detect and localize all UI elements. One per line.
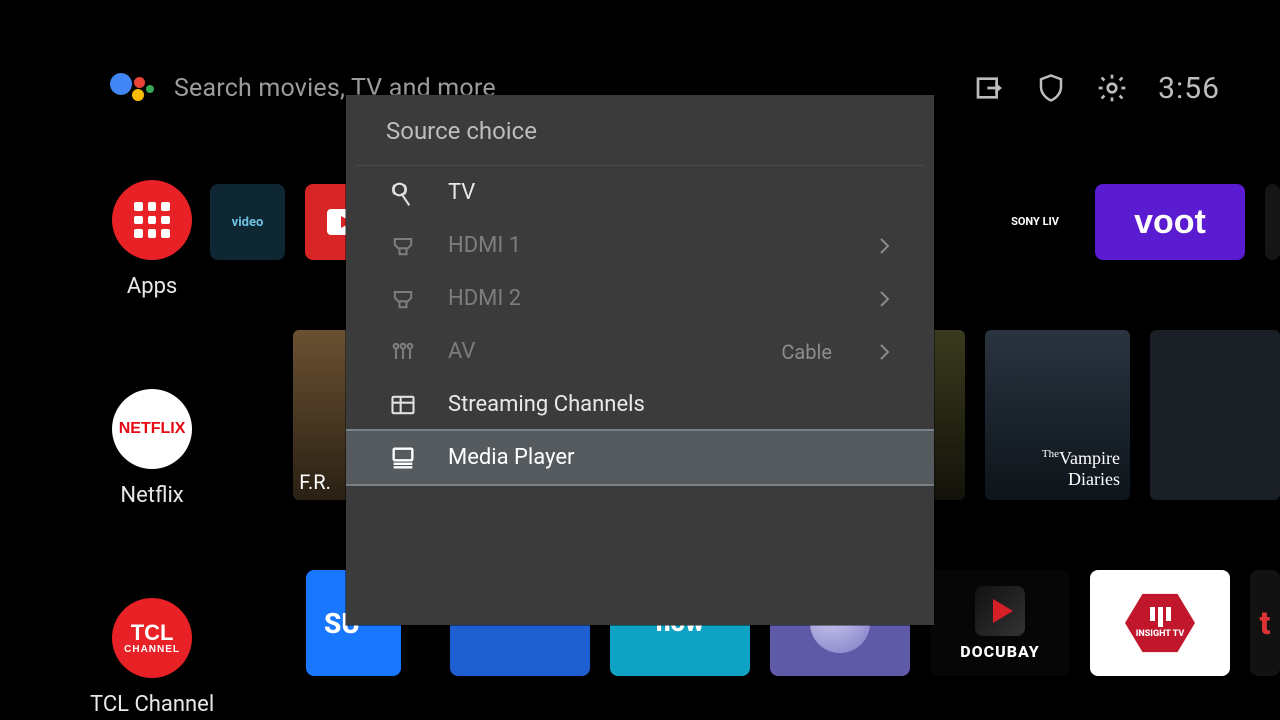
tile-prime-video[interactable]: video xyxy=(210,184,285,260)
content-tile-vampire-diaries[interactable]: TheVampireDiaries xyxy=(985,330,1130,500)
source-option-label: TV xyxy=(448,180,890,205)
rail-item-apps[interactable]: Apps xyxy=(112,180,192,299)
source-option-hdmi2[interactable]: HDMI 2 xyxy=(346,272,934,325)
source-option-meta: Cable xyxy=(781,340,832,364)
dialog-title: Source choice xyxy=(346,95,934,165)
app-tile-docubay[interactable]: DOCUBAY xyxy=(930,570,1070,676)
hdmi-icon xyxy=(386,232,420,260)
chevron-right-icon xyxy=(878,343,890,361)
netflix-icon: NETFLIX xyxy=(112,389,192,469)
clock: 3:56 xyxy=(1158,71,1220,106)
hdmi-icon xyxy=(386,285,420,313)
av-icon xyxy=(386,338,420,366)
source-option-label: AV xyxy=(448,339,753,364)
source-option-streaming[interactable]: Streaming Channels xyxy=(346,378,934,431)
source-option-label: HDMI 2 xyxy=(448,286,850,311)
settings-gear-icon[interactable] xyxy=(1096,72,1128,104)
rail-label-tcl: TCL Channel xyxy=(90,692,214,717)
chevron-right-icon xyxy=(878,237,890,255)
antenna-icon xyxy=(386,179,420,207)
shield-icon[interactable] xyxy=(1036,73,1066,103)
tile-voot[interactable]: voot xyxy=(1095,184,1245,260)
tcl-channel-icon: TCL CHANNEL xyxy=(112,598,192,678)
source-choice-dialog: Source choice TV HDMI 1 HDMI 2 AV Cable Strea… xyxy=(346,95,934,625)
content-tile-more[interactable] xyxy=(1150,330,1280,500)
rail-label-apps: Apps xyxy=(127,274,177,299)
source-option-label: Media Player xyxy=(448,445,890,470)
source-option-label: Streaming Channels xyxy=(448,392,890,417)
app-tile-more-2[interactable]: t xyxy=(1250,570,1280,676)
input-source-icon[interactable] xyxy=(974,72,1006,104)
rail-item-netflix[interactable]: NETFLIX Netflix xyxy=(112,389,192,508)
insight-tv-icon: INSIGHT TV xyxy=(1125,592,1195,654)
source-option-tv[interactable]: TV xyxy=(346,166,934,219)
grid-icon xyxy=(386,391,420,419)
app-tile-insight-tv[interactable]: INSIGHT TV xyxy=(1090,570,1230,676)
source-option-hdmi1[interactable]: HDMI 1 xyxy=(346,219,934,272)
rail-item-tcl-channel[interactable]: TCL CHANNEL TCL Channel xyxy=(90,598,214,717)
chevron-right-icon xyxy=(878,290,890,308)
apps-icon xyxy=(112,180,192,260)
docubay-icon xyxy=(975,586,1025,636)
source-option-av[interactable]: AV Cable xyxy=(346,325,934,378)
tile-sony-liv[interactable]: SONY LIV xyxy=(995,184,1075,260)
rail-label-netflix: Netflix xyxy=(120,483,183,508)
tile-more-1[interactable] xyxy=(1265,184,1280,260)
source-option-media[interactable]: Media Player xyxy=(346,431,934,484)
media-icon xyxy=(386,444,420,472)
google-assistant-icon xyxy=(110,67,152,109)
source-option-label: HDMI 1 xyxy=(448,233,850,258)
